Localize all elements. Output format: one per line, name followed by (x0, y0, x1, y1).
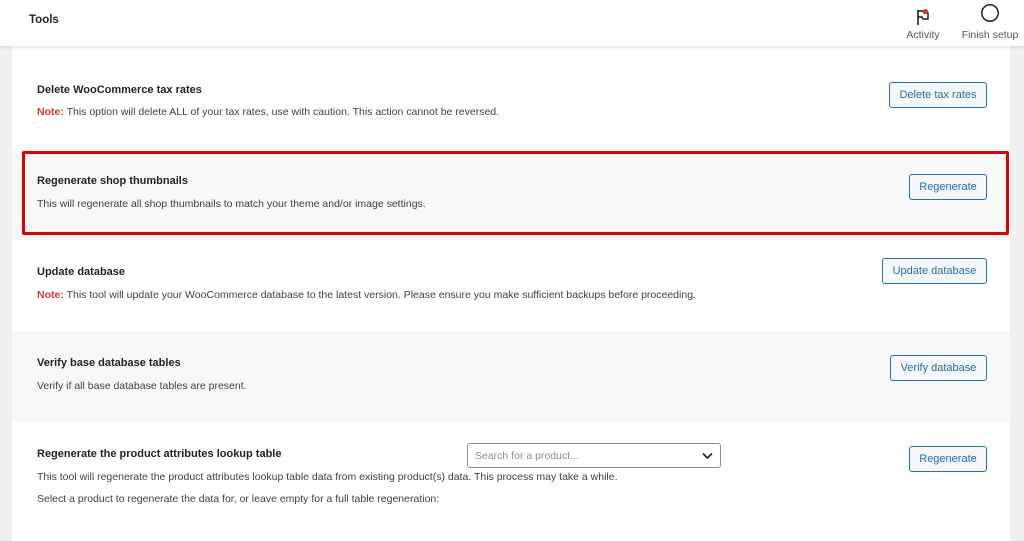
tool-title: Verify base database tables (37, 357, 181, 369)
activity-label: Activity (906, 29, 940, 41)
tool-row-regenerate-lookup-table: Regenerate the product attributes lookup… (12, 422, 1010, 541)
top-bar: Tools Activity Finish setup (0, 0, 1024, 46)
note-label: Note: (37, 106, 64, 118)
tool-title: Update database (37, 266, 126, 278)
note-label: Note: (37, 289, 64, 301)
chevron-down-icon (702, 451, 713, 463)
tool-row-verify-database: Verify base database tables Verify if al… (12, 331, 1010, 422)
regenerate-thumbnails-button[interactable]: Regenerate (909, 174, 987, 200)
page-title: Tools (29, 14, 59, 26)
product-select-label: Select a product to regenerate the data … (37, 493, 440, 505)
note-text: This tool will update your WooCommerce d… (63, 289, 696, 301)
tool-row-delete-tax-rates: Delete WooCommerce tax rates Note: This … (12, 46, 1010, 148)
notification-dot (923, 9, 928, 14)
update-database-button[interactable]: Update database (882, 258, 987, 284)
product-search-select[interactable]: Search for a product... (467, 443, 721, 468)
delete-tax-rates-button[interactable]: Delete tax rates (889, 82, 987, 108)
tool-title: Delete WooCommerce tax rates (37, 84, 202, 96)
tool-description: This tool will regenerate the product at… (37, 471, 618, 483)
activity-button[interactable]: Activity (900, 4, 946, 41)
product-search-placeholder: Search for a product... (475, 450, 579, 462)
verify-database-button[interactable]: Verify database (890, 355, 987, 381)
finish-setup-label: Finish setup (961, 29, 1019, 41)
tool-description: Note: This tool will update your WooComm… (37, 289, 696, 301)
tool-description: This will regenerate all shop thumbnails… (37, 198, 426, 210)
tool-description: Verify if all base database tables are p… (37, 380, 247, 392)
tool-row-regenerate-thumbnails: Regenerate shop thumbnails This will reg… (12, 148, 1010, 240)
progress-circle-icon (980, 3, 1000, 26)
tool-title: Regenerate the product attributes lookup… (37, 448, 282, 460)
note-text: This option will delete ALL of your tax … (63, 106, 500, 118)
regenerate-lookup-table-button[interactable]: Regenerate (909, 446, 987, 472)
tool-row-update-database: Update database Note: This tool will upd… (12, 240, 1010, 331)
tool-description: Note: This option will delete ALL of you… (37, 106, 499, 118)
finish-setup-button[interactable]: Finish setup (958, 4, 1022, 41)
tool-title: Regenerate shop thumbnails (37, 175, 188, 187)
